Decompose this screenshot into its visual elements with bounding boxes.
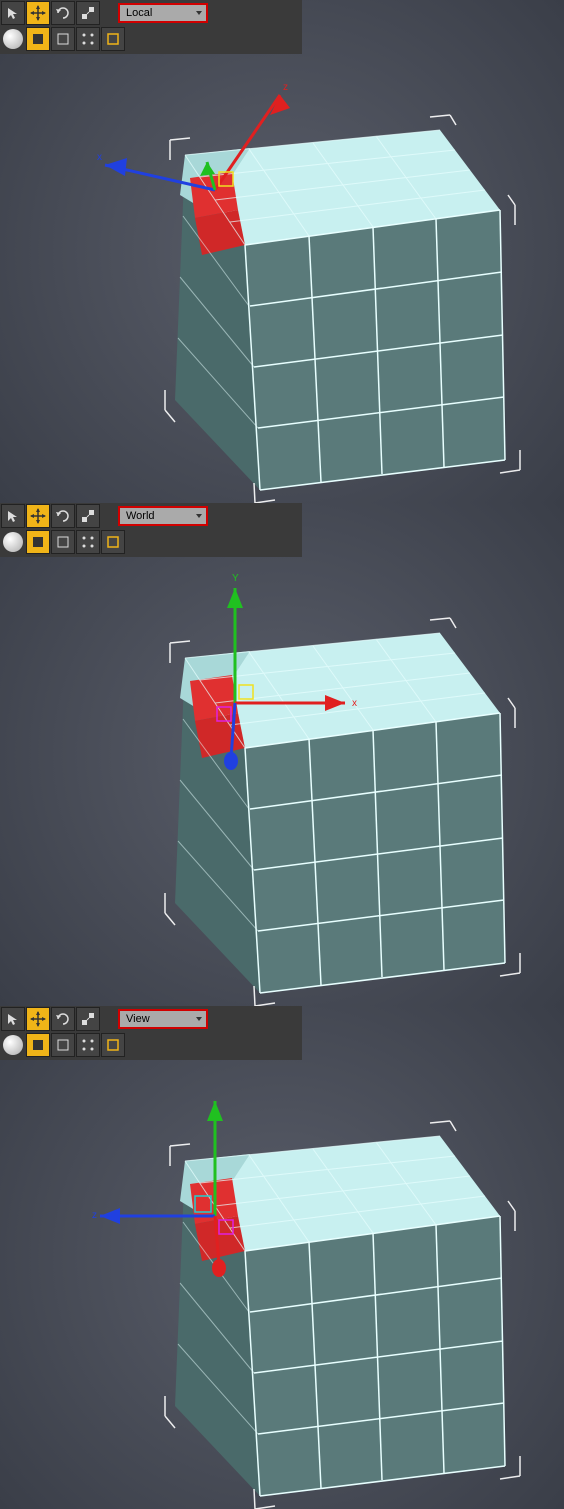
viewport-3d[interactable]: z — [0, 1006, 564, 1509]
axis-label-x: x — [352, 698, 357, 709]
move-tool-button[interactable] — [26, 1, 50, 25]
toolbar: World — [0, 503, 302, 557]
scale-tool-button[interactable] — [76, 1007, 100, 1031]
select-tool-button[interactable] — [1, 1, 25, 25]
face-select-button[interactable] — [26, 27, 50, 51]
viewport-panel-world: World — [0, 503, 564, 1006]
bbox-button[interactable] — [101, 27, 125, 51]
viewport-panel-local: Local — [0, 0, 564, 503]
orientation-dropdown[interactable]: Local — [118, 3, 208, 23]
bbox-button[interactable] — [101, 1033, 125, 1057]
face-select-button[interactable] — [26, 1033, 50, 1057]
move-tool-button[interactable] — [26, 504, 50, 528]
axis-label-z: z — [92, 1210, 97, 1221]
wire-select-button[interactable] — [51, 27, 75, 51]
chevron-down-icon — [196, 514, 202, 518]
axis-label-x: x — [97, 152, 102, 163]
rotate-tool-button[interactable] — [51, 1007, 75, 1031]
shading-sphere-icon[interactable] — [3, 29, 23, 49]
scale-tool-button[interactable] — [76, 1, 100, 25]
move-tool-button[interactable] — [26, 1007, 50, 1031]
select-tool-button[interactable] — [1, 1007, 25, 1031]
orientation-label: View — [126, 1013, 150, 1025]
chevron-down-icon — [196, 11, 202, 15]
orientation-label: Local — [126, 7, 152, 19]
toolbar: View — [0, 1006, 302, 1060]
vertex-select-button[interactable] — [76, 1033, 100, 1057]
bbox-button[interactable] — [101, 530, 125, 554]
rotate-tool-button[interactable] — [51, 1, 75, 25]
axis-label-y: Y — [232, 573, 239, 584]
scale-tool-button[interactable] — [76, 504, 100, 528]
orientation-label: World — [126, 510, 155, 522]
wire-select-button[interactable] — [51, 530, 75, 554]
vertex-select-button[interactable] — [76, 27, 100, 51]
wire-select-button[interactable] — [51, 1033, 75, 1057]
vertex-select-button[interactable] — [76, 530, 100, 554]
axis-label-z: z — [283, 82, 288, 93]
toolbar: Local — [0, 0, 302, 54]
rotate-tool-button[interactable] — [51, 504, 75, 528]
face-select-button[interactable] — [26, 530, 50, 554]
viewport-panel-view: View — [0, 1006, 564, 1509]
select-tool-button[interactable] — [1, 504, 25, 528]
orientation-dropdown[interactable]: World — [118, 506, 208, 526]
viewport-3d[interactable]: x z — [0, 0, 564, 503]
orientation-dropdown[interactable]: View — [118, 1009, 208, 1029]
chevron-down-icon — [196, 1017, 202, 1021]
shading-sphere-icon[interactable] — [3, 1035, 23, 1055]
viewport-3d[interactable]: Y x — [0, 503, 564, 1006]
shading-sphere-icon[interactable] — [3, 532, 23, 552]
